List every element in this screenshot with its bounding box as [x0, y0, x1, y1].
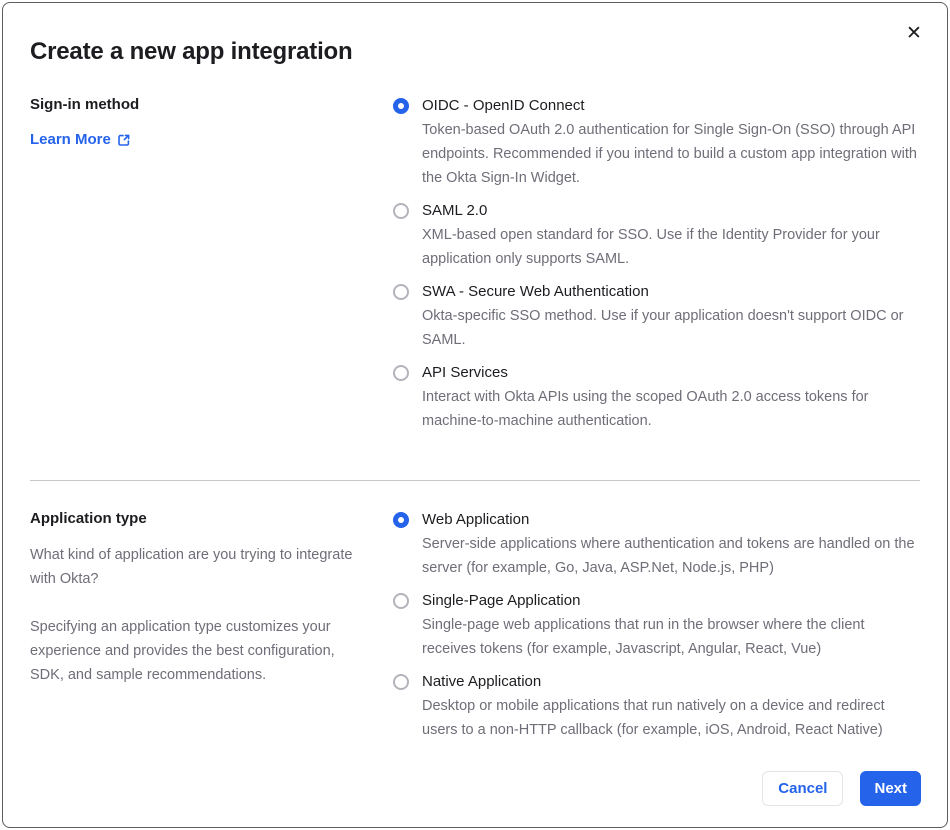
radio-option-single-page-application[interactable]: Single-Page Application Single-page web … [393, 590, 920, 661]
radio-option-label: Native Application [422, 673, 542, 690]
cancel-button[interactable]: Cancel [762, 771, 844, 806]
learn-more-link[interactable]: Learn More [30, 131, 131, 148]
radio-button-icon[interactable] [393, 674, 409, 690]
radio-option-label: SAML 2.0 [422, 202, 488, 219]
application-type-question: What kind of application are you trying … [30, 547, 353, 587]
radio-option-description: Desktop or mobile applications that run … [422, 698, 885, 738]
radio-button-icon[interactable] [393, 98, 409, 114]
radio-option-native-application[interactable]: Native Application Desktop or mobile app… [393, 671, 920, 742]
radio-button-icon[interactable] [393, 203, 409, 219]
application-type-radio-group: Web Application Server-side applications… [393, 509, 920, 752]
radio-button-icon[interactable] [393, 593, 409, 609]
radio-option-description: Single-page web applications that run in… [422, 617, 865, 657]
radio-option-oidc-openid-connect[interactable]: OIDC - OpenID Connect Token-based OAuth … [393, 95, 920, 190]
radio-option-description: Interact with Okta APIs using the scoped… [422, 389, 869, 429]
radio-option-description: XML-based open standard for SSO. Use if … [422, 227, 880, 267]
create-app-integration-dialog: ✕ Create a new app integration Sign-in m… [2, 2, 948, 828]
radio-option-label: SWA - Secure Web Authentication [422, 283, 649, 300]
dialog-title: Create a new app integration [30, 38, 353, 65]
radio-button-icon[interactable] [393, 512, 409, 528]
radio-button-icon[interactable] [393, 284, 409, 300]
radio-option-api-services[interactable]: API Services Interact with Okta APIs usi… [393, 362, 920, 433]
radio-option-label: Single-Page Application [422, 592, 581, 609]
section-divider [30, 480, 920, 481]
radio-option-saml-2-0[interactable]: SAML 2.0 XML-based open standard for SSO… [393, 200, 920, 271]
radio-option-web-application[interactable]: Web Application Server-side applications… [393, 509, 920, 580]
learn-more-label: Learn More [30, 131, 111, 148]
radio-button-icon[interactable] [393, 365, 409, 381]
application-type-hint: Specifying an application type customize… [30, 619, 335, 683]
radio-option-description: Okta-specific SSO method. Use if your ap… [422, 308, 904, 348]
signin-method-section: Sign-in method Learn More OIDC - OpenID … [30, 95, 920, 443]
radio-option-label: OIDC - OpenID Connect [422, 97, 585, 114]
external-link-icon [117, 133, 131, 147]
radio-option-description: Token-based OAuth 2.0 authentication for… [422, 122, 917, 186]
close-icon[interactable]: ✕ [901, 21, 927, 47]
application-type-section: Application type What kind of applicatio… [30, 509, 920, 752]
signin-method-radio-group: OIDC - OpenID Connect Token-based OAuth … [393, 95, 920, 443]
radio-option-swa-secure-web-authentication[interactable]: SWA - Secure Web Authentication Okta-spe… [393, 281, 920, 352]
application-type-label: Application type [30, 510, 147, 527]
signin-method-label: Sign-in method [30, 96, 140, 113]
radio-option-label: API Services [422, 364, 508, 381]
dialog-footer: Cancel Next [762, 771, 921, 806]
radio-option-label: Web Application [422, 511, 530, 528]
radio-option-description: Server-side applications where authentic… [422, 536, 915, 576]
next-button[interactable]: Next [860, 771, 921, 806]
